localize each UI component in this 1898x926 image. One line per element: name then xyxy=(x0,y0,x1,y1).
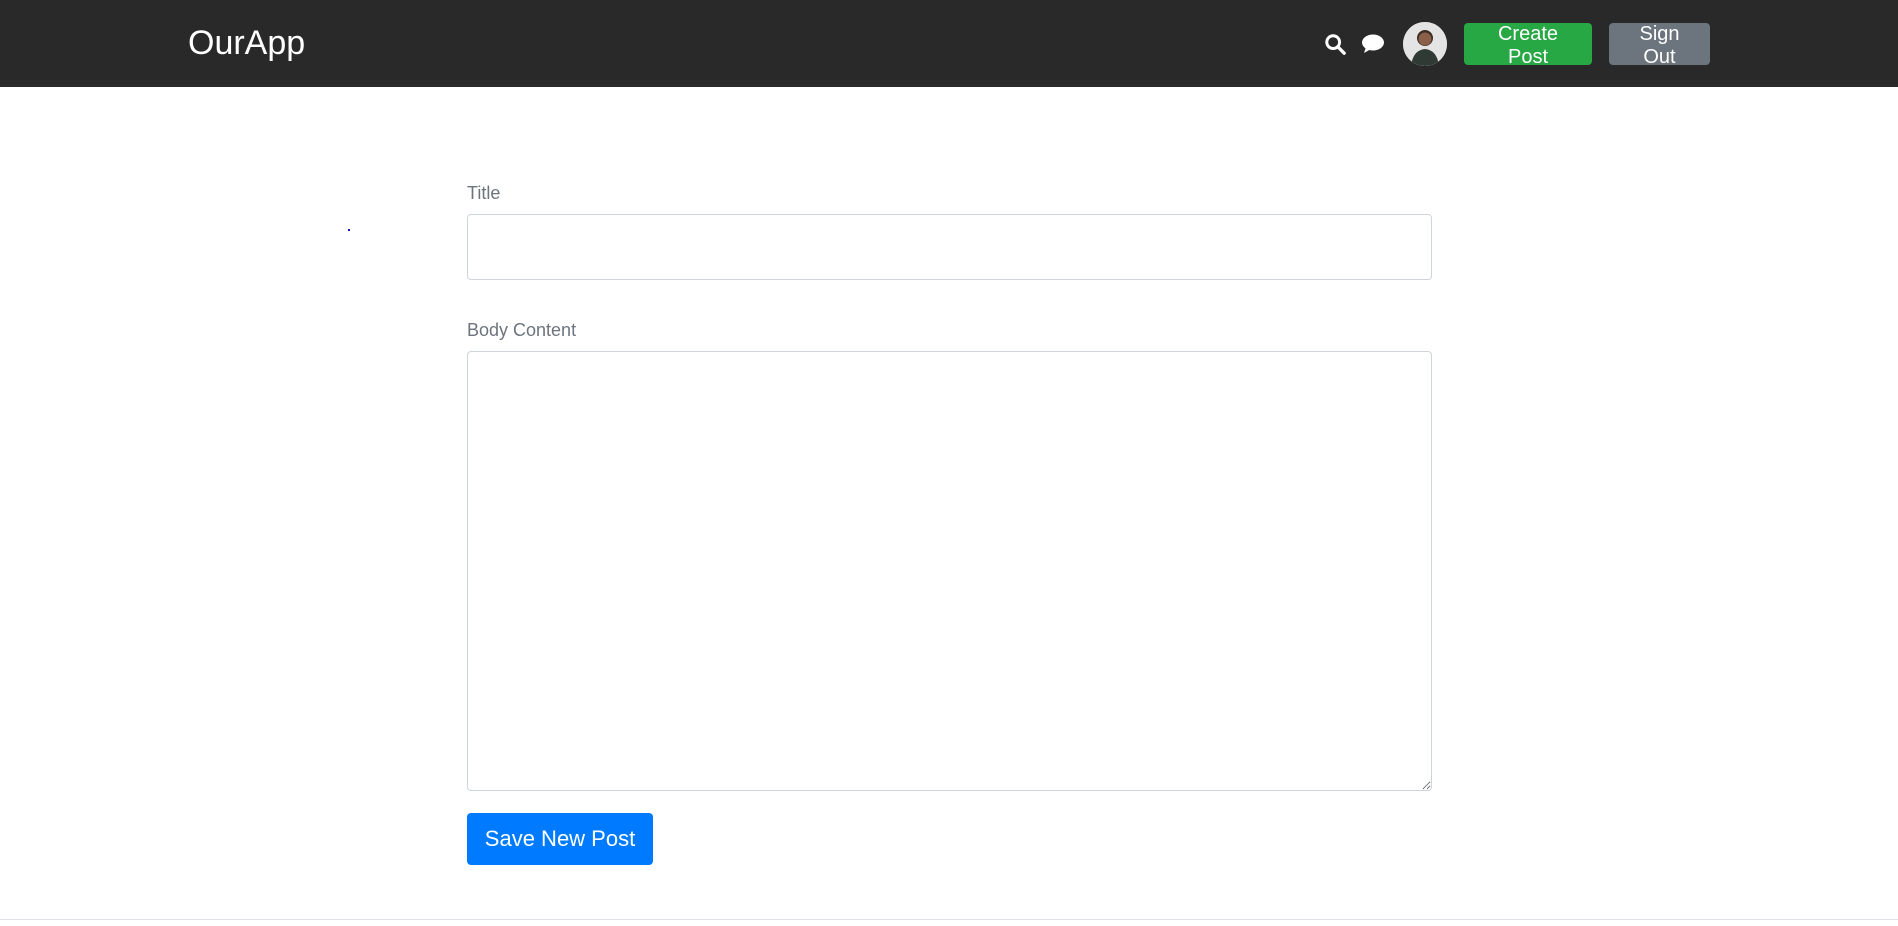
sign-out-button[interactable]: Sign Out xyxy=(1609,22,1710,68)
body-textarea[interactable] xyxy=(467,351,1432,791)
top-navbar: OurApp Create Post Sign Out xyxy=(0,0,1898,87)
title-input[interactable] xyxy=(467,214,1432,280)
brand-link[interactable]: OurApp xyxy=(188,21,305,65)
title-group: Title xyxy=(467,180,1432,280)
body-group: Body Content xyxy=(467,317,1432,791)
avatar[interactable] xyxy=(1403,21,1447,66)
save-new-post-button[interactable]: Save New Post xyxy=(467,813,653,865)
body-label: Body Content xyxy=(467,320,577,340)
create-post-form: Title Body Content Save New Post xyxy=(467,180,1432,865)
footer-divider xyxy=(0,919,1898,920)
search-icon[interactable] xyxy=(1317,26,1353,62)
title-label: Title xyxy=(467,183,501,203)
navbar-actions: Create Post Sign Out xyxy=(1317,0,1710,87)
chat-icon[interactable] xyxy=(1355,26,1391,62)
stray-dot xyxy=(348,229,350,231)
create-post-button[interactable]: Create Post xyxy=(1464,22,1592,68)
